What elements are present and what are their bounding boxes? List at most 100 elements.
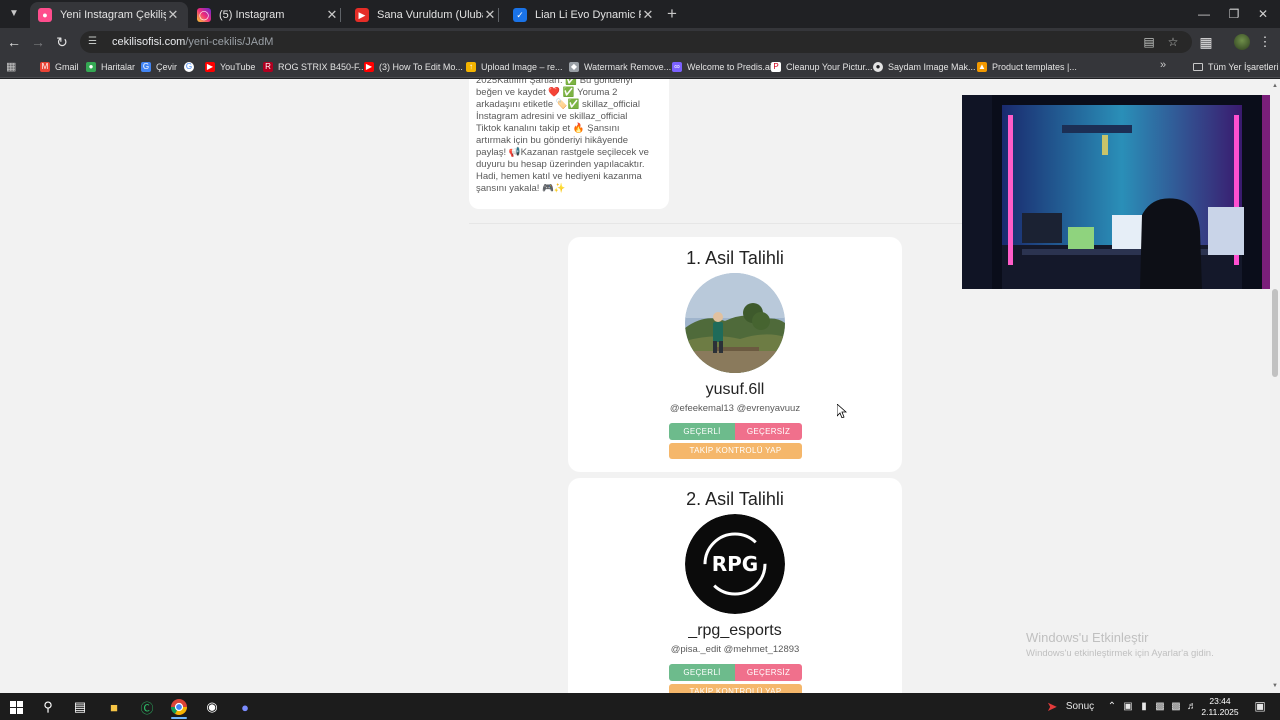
tray-chevron-icon[interactable]: ⌃	[1105, 693, 1119, 720]
network-icon[interactable]: ▩	[1169, 693, 1183, 720]
close-tab-icon[interactable]: ✕	[483, 7, 497, 23]
predis-icon: ∞	[672, 62, 682, 72]
back-arrow-icon[interactable]: ←	[4, 32, 24, 52]
invalid-button[interactable]: GEÇERSİZ	[735, 423, 802, 440]
youtube-favicon-icon: ▶	[355, 8, 369, 22]
upload-icon: ↑	[466, 62, 476, 72]
bookmark-label: (3) How To Edit Mo...	[379, 62, 463, 72]
follow-check-button[interactable]: TAKİP KONTROLÜ YAP	[669, 684, 802, 693]
windows-start-icon[interactable]	[5, 696, 27, 718]
clock-time: 23:44	[1209, 696, 1231, 706]
validity-button-group: GEÇERLİ GEÇERSİZ	[669, 664, 802, 681]
notification-icon[interactable]: ▣	[1250, 693, 1270, 720]
description-line: beğen ve kaydet ❤️ ✅ Yoruma 2	[476, 87, 618, 98]
scroll-down-arrow-icon[interactable]: ▼	[1270, 681, 1280, 691]
tray-app-icon[interactable]: ▣	[1121, 693, 1135, 720]
chrome-icon[interactable]	[168, 696, 190, 718]
volume-icon[interactable]: ♬	[1185, 693, 1199, 720]
tab-divider	[498, 8, 499, 22]
utorrent-icon[interactable]: Ⓒ	[136, 696, 158, 718]
bookmark-watermark[interactable]: ◆ Watermark Remove...	[569, 59, 671, 75]
weather-sonuc-icon[interactable]: ➤	[1042, 693, 1062, 720]
apps-grid-icon[interactable]: ▦	[6, 60, 20, 74]
rpg-logo-text: RPG	[712, 552, 758, 576]
bookmark-rog[interactable]: R ROG STRIX B450-F...	[263, 59, 366, 75]
page-scrollbar[interactable]: ▲ ▼	[1270, 79, 1280, 693]
close-tab-icon[interactable]: ✕	[325, 7, 339, 23]
extensions-puzzle-icon[interactable]: ▦	[1196, 32, 1216, 52]
page-viewport[interactable]: 2025Katılım Şartları: ✅ Bu gönderiyi beğ…	[0, 79, 1280, 693]
bookmark-label: Cleanup Your Pictur...	[786, 62, 873, 72]
window-close-icon[interactable]: ✕	[1246, 0, 1280, 28]
bookmark-saydam[interactable]: ● Saydam Image Mak...	[873, 59, 976, 75]
invalid-button[interactable]: GEÇERSİZ	[735, 664, 802, 681]
bookmark-maps[interactable]: ● Haritalar	[86, 59, 135, 75]
tray-app-icon[interactable]: ▩	[1153, 693, 1167, 720]
app-icon[interactable]: ●	[234, 696, 256, 718]
bookmark-predis[interactable]: ∞ Welcome to Predis.ai	[672, 59, 772, 75]
bookmark-label: Çevir	[156, 62, 178, 72]
description-line: paylaş! 📢Kazanan rastgele seçilecek ve	[476, 147, 649, 158]
tab-lian-li[interactable]: ✓ Lian Li Evo Dynamic Fiyatları | E ✕	[505, 2, 663, 28]
description-line: duyuru bu hesap üzerinden yapılacaktır.	[476, 159, 645, 170]
winner-avatar[interactable]: RPG	[685, 514, 785, 614]
bookmark-youtube[interactable]: ▶ YouTube	[205, 59, 255, 75]
address-bar[interactable]: ☰ cekilisofisi.com /yeni-cekilis/JAdM ▤ …	[80, 31, 1192, 53]
bookmark-how-to-edit[interactable]: ▶ (3) How To Edit Mo...	[364, 59, 463, 75]
forward-arrow-icon[interactable]: →	[28, 32, 48, 52]
close-tab-icon[interactable]: ✕	[166, 7, 180, 23]
site-info-icon[interactable]: ☰	[88, 35, 102, 49]
instagram-favicon-icon: ◯	[197, 8, 211, 22]
winner-username: _rpg_esports	[688, 622, 782, 639]
active-app-indicator	[171, 717, 187, 719]
winner-avatar[interactable]	[685, 273, 785, 373]
winner-username: yusuf.6ll	[705, 381, 765, 398]
windows-logo-icon	[9, 700, 23, 714]
tab-youtube[interactable]: ▶ Sana Vuruldum (Ulubatlı Hasan ✕	[347, 2, 505, 28]
tab-instagram[interactable]: ◯ (5) Instagram ✕	[189, 2, 347, 28]
kebab-menu-icon[interactable]: ⋮	[1258, 32, 1272, 52]
bookmark-google[interactable]: G	[184, 59, 199, 75]
profile-avatar[interactable]	[1234, 34, 1250, 50]
scroll-thumb[interactable]	[1272, 289, 1278, 377]
obs-icon[interactable]: ◉	[201, 696, 223, 718]
file-explorer-icon[interactable]: ■	[103, 696, 125, 718]
follow-check-button[interactable]: TAKİP KONTROLÜ YAP	[669, 443, 802, 459]
tab-search-chevron-icon[interactable]: ▼	[4, 4, 24, 24]
winner-tagged-users: @efeekemal13 @evrenyavuuz	[669, 403, 801, 414]
bookmark-translate[interactable]: G Çevir	[141, 59, 177, 75]
validity-button-group: GEÇERLİ GEÇERSİZ	[669, 423, 802, 440]
gmail-icon: M	[40, 62, 50, 72]
close-tab-icon[interactable]: ✕	[641, 7, 655, 23]
canva-icon: ▲	[977, 62, 987, 72]
more-bookmarks-chevron-icon[interactable]: »	[1160, 59, 1166, 71]
task-view-icon[interactable]: ▤	[69, 696, 91, 718]
bookmark-cleanup[interactable]: P Cleanup Your Pictur...	[771, 59, 873, 75]
tab-cekilis[interactable]: ● Yeni Instagram Çekilişi - Çekiliş ✕	[30, 2, 188, 28]
new-tab-plus-icon[interactable]: +	[662, 4, 682, 24]
minimize-icon[interactable]: —	[1187, 0, 1221, 28]
chrome-logo-icon	[171, 699, 187, 715]
winner-photo-icon	[685, 273, 785, 373]
reload-icon[interactable]: ↻	[52, 32, 72, 52]
all-bookmarks-folder[interactable]: Tüm Yer İşaretleri	[1193, 59, 1279, 75]
search-icon[interactable]: ⚲	[37, 696, 59, 718]
valid-button[interactable]: GEÇERLİ	[669, 423, 735, 440]
description-line: İnstagram adresini ve skillaz_official	[476, 111, 628, 122]
description-line: 2025Katılım Şartları: ✅ Bu gönderiyi	[476, 79, 633, 86]
weather-label[interactable]: Sonuç	[1064, 693, 1096, 720]
scroll-up-arrow-icon[interactable]: ▲	[1270, 81, 1280, 91]
description-line: arkadaşını etiketle 🏷️✅ skillaz_official	[476, 99, 640, 110]
bookmark-star-icon[interactable]: ☆	[1164, 31, 1182, 53]
watermark-icon: ◆	[569, 62, 579, 72]
bookmark-product-templates[interactable]: ▲ Product templates |...	[977, 59, 1077, 75]
microphone-icon[interactable]: ▮	[1137, 693, 1151, 720]
valid-button[interactable]: GEÇERLİ	[669, 664, 735, 681]
winner-title: 2. Asil Talihli	[686, 489, 784, 509]
cast-icon[interactable]: ▤	[1140, 31, 1158, 53]
taskbar-clock[interactable]: 23:44 2.11.2025	[1199, 696, 1241, 718]
bookmark-upload-image[interactable]: ↑ Upload Image – re...	[466, 59, 563, 75]
tab-title: Sana Vuruldum (Ulubatlı Hasan	[377, 9, 483, 21]
bookmark-gmail[interactable]: M Gmail	[40, 59, 79, 75]
windows-taskbar: ⚲ ▤ ■ Ⓒ ◉ ● ➤ Sonuç ⌃ ▣ ▮ ▩ ▩ ♬ 23:44 2.…	[0, 693, 1280, 720]
